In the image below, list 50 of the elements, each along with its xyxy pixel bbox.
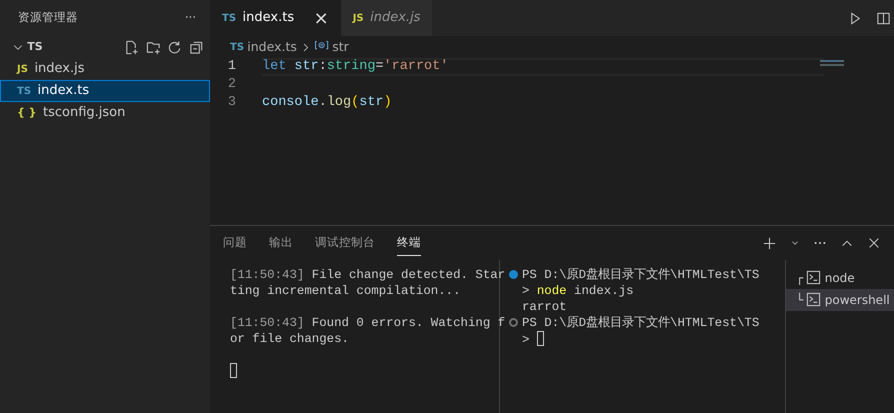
new-file-icon[interactable]	[124, 40, 139, 54]
file-item[interactable]: JS index.js	[0, 58, 210, 80]
line-number: 3	[226, 94, 237, 112]
file-item[interactable]: { } tsconfig.json	[0, 102, 210, 124]
terminal-line: or file changes.	[230, 332, 349, 346]
more-actions-button[interactable]: ···	[185, 9, 196, 27]
split-editor-icon[interactable]	[876, 10, 891, 26]
terminal-line: rarrot	[522, 300, 567, 314]
panel-tab[interactable]: 调试控制台	[315, 230, 375, 256]
panel-tab[interactable]: 终端	[397, 230, 421, 256]
file-type-icon: [⊜]	[314, 40, 329, 54]
file-type-icon: JS	[17, 62, 28, 76]
terminal-line: PS D:\原D盘根目录下文件\HTMLTest\TS	[522, 268, 760, 282]
terminal-icon	[806, 292, 822, 307]
file-item[interactable]: TS index.ts	[0, 80, 210, 102]
file-type-icon: { }	[17, 104, 36, 122]
breadcrumb-item[interactable]: [⊜] str	[314, 38, 349, 56]
folder-label[interactable]: TS	[27, 38, 43, 56]
terminal-line: >	[522, 332, 530, 346]
code-line: console.log(str)	[262, 95, 392, 110]
panel-tab[interactable]: 输出	[269, 230, 293, 256]
editor-tab[interactable]: TS index.ts ×	[210, 0, 341, 36]
terminal-item[interactable]: └ powershell	[786, 288, 894, 310]
line-number: 1	[226, 58, 237, 76]
terminal-icon	[806, 270, 822, 285]
close-icon[interactable]: ×	[314, 4, 329, 32]
terminal-item[interactable]: ┌ node	[786, 266, 894, 288]
terminal-line: > node index.js	[522, 284, 634, 298]
terminal-line: ting incremental compilation...	[230, 284, 461, 298]
terminal-line: [11:50:43] File change detected. Star	[230, 268, 506, 282]
file-type-icon: TS	[17, 84, 32, 98]
command-decoration-icon[interactable]	[509, 270, 518, 278]
editor-tab[interactable]: JS index.js	[340, 0, 432, 36]
file-type-icon: TS	[222, 10, 236, 26]
terminal-line: PS D:\原D盘根目录下文件\HTMLTest\TS	[522, 316, 760, 330]
code-line: let str:string='rarrot'	[262, 59, 448, 74]
command-decoration-icon[interactable]	[509, 318, 518, 326]
collapse-all-icon[interactable]	[188, 40, 204, 54]
new-folder-icon[interactable]	[146, 40, 160, 54]
line-number: 2	[226, 76, 237, 94]
panel-tab[interactable]: 问题	[223, 230, 247, 256]
refresh-icon[interactable]	[167, 40, 182, 54]
terminal-line: [11:50:43] Found 0 errors. Watching f	[230, 314, 506, 330]
minimap-drawing	[820, 60, 844, 66]
add-terminal-icon[interactable]	[762, 236, 777, 250]
explorer-title: 资源管理器	[18, 9, 78, 26]
breadcrumb-item[interactable]: TS index.ts	[230, 38, 297, 56]
file-type-icon: JS	[352, 10, 364, 26]
close-icon[interactable]	[867, 236, 881, 250]
file-type-icon: TS	[230, 40, 244, 54]
